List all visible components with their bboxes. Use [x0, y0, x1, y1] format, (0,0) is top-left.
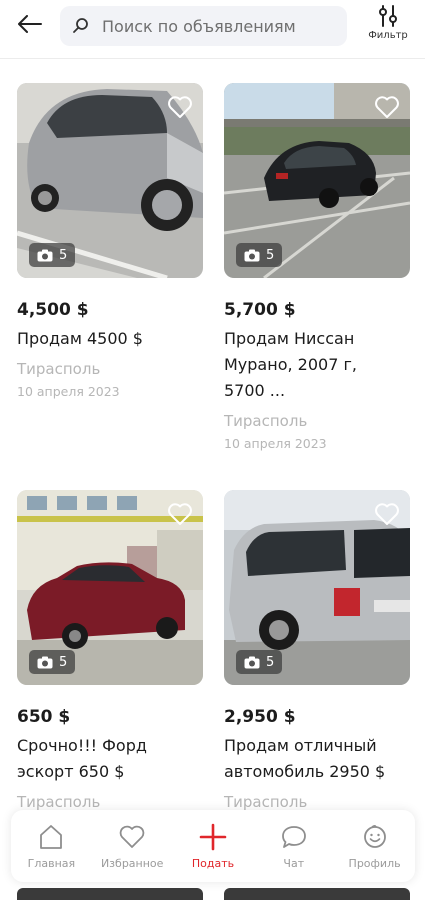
photo-count: 5	[266, 654, 275, 670]
camera-icon	[37, 656, 53, 668]
listing-card[interactable]: 5 2,950 $ Продам отличный автомобиль 295…	[224, 490, 410, 811]
photo-count-badge: 5	[29, 650, 76, 674]
listing-card[interactable]: 5 650 $ Срочно!!! Форд эскорт 650 $ Тира…	[17, 490, 203, 811]
plus-icon	[199, 823, 227, 850]
listing-date: 10 апреля 2023	[17, 384, 120, 399]
listing-photo[interactable]: 5	[17, 83, 203, 278]
home-icon	[40, 824, 63, 849]
nav-home-label: Главная	[27, 856, 76, 870]
arrow-left-icon	[18, 15, 42, 33]
listing-price: 5,700 $	[224, 300, 296, 320]
nav-post-ad[interactable]: Подать	[175, 823, 251, 870]
camera-icon	[244, 656, 260, 668]
search-bar[interactable]	[60, 6, 347, 46]
favorite-heart-icon[interactable]	[167, 95, 193, 119]
listing-city: Тирасполь	[224, 793, 308, 811]
listing-date: 10 апреля 2023	[224, 436, 327, 451]
nav-home[interactable]: Главная	[13, 823, 89, 870]
filter-button[interactable]: Фильтр	[360, 4, 416, 48]
camera-icon	[37, 249, 53, 261]
photo-count-badge: 5	[236, 650, 283, 674]
photo-count: 5	[59, 654, 68, 670]
photo-count: 5	[266, 247, 275, 263]
listing-photo[interactable]: 5	[224, 490, 410, 685]
bottom-navigation: Главная Избранное Подать Чат Профиль	[11, 810, 415, 882]
nav-profile[interactable]: Профиль	[337, 823, 413, 870]
listing-photo-peek	[17, 888, 203, 900]
nav-chat[interactable]: Чат	[256, 823, 332, 870]
listing-photo[interactable]: 5	[224, 83, 410, 278]
back-button[interactable]	[14, 10, 46, 38]
favorite-heart-icon[interactable]	[374, 502, 400, 526]
chat-icon	[281, 825, 306, 848]
heart-icon	[119, 825, 145, 848]
listing-card[interactable]: 5 4,500 $ Продам 4500 $ Тирасполь 10 апр…	[17, 83, 203, 399]
photo-count: 5	[59, 247, 68, 263]
smiley-icon	[363, 824, 386, 848]
listing-photo-peek	[224, 888, 410, 900]
listing-price: 2,950 $	[224, 707, 296, 727]
listing-card[interactable]: 5 5,700 $ Продам Ниссан Мурано, 2007 г, …	[224, 83, 410, 451]
photo-count-badge: 5	[236, 243, 283, 267]
listing-title[interactable]: Продам отличный автомобиль 2950 $	[224, 733, 410, 785]
nav-post-ad-label: Подать	[191, 856, 235, 870]
top-bar: Фильтр	[0, 0, 425, 58]
listing-photo[interactable]: 5	[17, 490, 203, 685]
listing-city: Тирасполь	[17, 793, 101, 811]
search-input[interactable]	[102, 16, 332, 36]
favorite-heart-icon[interactable]	[374, 95, 400, 119]
nav-favorites[interactable]: Избранное	[94, 823, 170, 870]
favorite-heart-icon[interactable]	[167, 502, 193, 526]
listing-price: 4,500 $	[17, 300, 89, 320]
nav-favorites-label: Избранное	[100, 856, 164, 870]
listing-title[interactable]: Срочно!!! Форд эскорт 650 $	[17, 733, 203, 785]
listing-title[interactable]: Продам 4500 $	[17, 326, 203, 352]
search-icon	[73, 18, 88, 33]
filter-sliders-icon	[379, 5, 397, 27]
nav-profile-label: Профиль	[348, 856, 401, 870]
camera-icon	[244, 249, 260, 261]
header-divider	[0, 58, 425, 59]
listing-city: Тирасполь	[17, 360, 101, 378]
listing-price: 650 $	[17, 707, 71, 727]
nav-chat-label: Чат	[283, 856, 305, 870]
listing-city: Тирасполь	[224, 412, 308, 430]
photo-count-badge: 5	[29, 243, 76, 267]
filter-label: Фильтр	[368, 30, 408, 41]
listing-title[interactable]: Продам Ниссан Мурано, 2007 г, 5700 ...	[224, 326, 394, 404]
